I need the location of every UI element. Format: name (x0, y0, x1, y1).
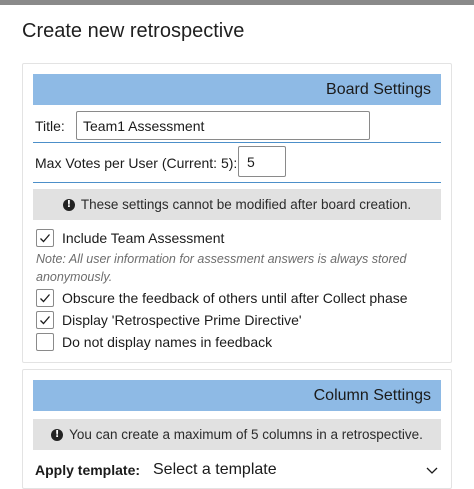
include-team-assessment-label: Include Team Assessment (62, 230, 225, 246)
board-settings-info-bar: ! These settings cannot be modified afte… (33, 189, 441, 220)
max-votes-label: Max Votes per User (Current: 5): (35, 155, 238, 171)
apply-template-label: Apply template: (35, 462, 141, 478)
info-icon: ! (62, 198, 75, 211)
obscure-feedback-checkbox[interactable] (36, 289, 54, 307)
prime-directive-option[interactable]: Display 'Retrospective Prime Directive' (36, 311, 302, 329)
column-settings-info-bar: ! You can create a maximum of 5 columns … (33, 419, 441, 450)
column-settings-info-text: You can create a maximum of 5 columns in… (69, 427, 423, 442)
column-settings-header: Column Settings (33, 380, 441, 411)
column-settings-card: Column Settings ! You can create a maxim… (22, 369, 452, 489)
hide-names-label: Do not display names in feedback (62, 334, 273, 350)
title-row: Title: Team1 Assessment (33, 109, 441, 143)
obscure-feedback-label: Obscure the feedback of others until aft… (62, 290, 408, 306)
board-settings-card: Board Settings Title: Team1 Assessment M… (22, 63, 452, 363)
chevron-down-icon[interactable] (425, 463, 439, 477)
board-settings-info-text: These settings cannot be modified after … (80, 197, 412, 212)
apply-template-row: Apply template: Select a template (35, 460, 439, 480)
hide-names-option[interactable]: Do not display names in feedback (36, 333, 272, 351)
max-votes-input[interactable]: 5 (238, 146, 286, 177)
include-team-assessment-option[interactable]: Include Team Assessment (36, 229, 224, 247)
info-icon: ! (51, 428, 64, 441)
hide-names-checkbox[interactable] (36, 333, 54, 351)
template-dropdown[interactable]: Select a template (153, 461, 425, 479)
title-input[interactable]: Team1 Assessment (76, 111, 370, 140)
prime-directive-label: Display 'Retrospective Prime Directive' (62, 312, 302, 328)
assessment-note: Note: All user information for assessmen… (36, 252, 407, 284)
obscure-feedback-option[interactable]: Obscure the feedback of others until aft… (36, 289, 408, 307)
checkmark-icon (40, 234, 50, 243)
board-settings-header: Board Settings (33, 74, 441, 105)
title-label: Title: (35, 117, 65, 134)
prime-directive-checkbox[interactable] (36, 311, 54, 329)
dialog-title: Create new retrospective (22, 20, 245, 42)
include-team-assessment-checkbox[interactable] (36, 229, 54, 247)
window-top-bar (0, 0, 474, 5)
checkmark-icon (40, 294, 50, 303)
max-votes-row: Max Votes per User (Current: 5): 5 (33, 144, 441, 183)
checkmark-icon (40, 316, 50, 325)
